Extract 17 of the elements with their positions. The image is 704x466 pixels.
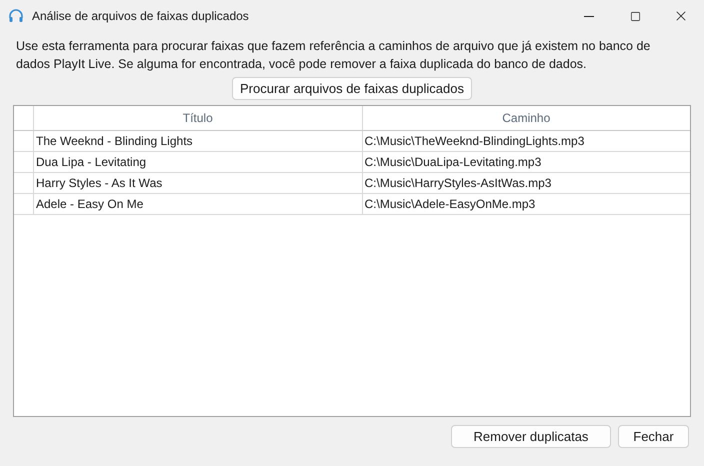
close-dialog-button[interactable]: Fechar bbox=[618, 425, 689, 448]
table-cell: The Weeknd - Blinding Lights bbox=[34, 131, 362, 151]
description-text: Use esta ferramenta para procurar faixas que fazem referência a caminhos de arquivo que já existem no banco de dados PlayIt Live. Se alguma for encontrada, você pode remover a faixa duplicada do banco de dados. bbox=[15, 38, 652, 73]
search-duplicates-button[interactable]: Procurar arquivos de faixas duplicados bbox=[232, 77, 472, 100]
table-cell: Adele - Easy On Me bbox=[34, 194, 362, 214]
headphones-icon bbox=[8, 8, 24, 24]
window-title: Análise de arquivos de faixas duplicados bbox=[32, 8, 249, 25]
table-cell-text: C:\Music\DuaLipa-Levitating.mp3 bbox=[364, 154, 542, 171]
remove-duplicates-button[interactable]: Remover duplicatas bbox=[451, 425, 611, 448]
table-cell-text: C:\Music\TheWeeknd-BlindingLights.mp3 bbox=[364, 133, 586, 150]
column-header[interactable]: Título bbox=[34, 106, 362, 130]
maximize-icon bbox=[630, 10, 640, 22]
column-header[interactable]: Caminho bbox=[362, 106, 690, 130]
table-cell: Dua Lipa - Levitating bbox=[34, 152, 362, 172]
table-cell-text: C:\Music\HarryStyles-AsItWas.mp3 bbox=[364, 175, 552, 192]
table-cell-text: C:\Music\Adele-EasyOnMe.mp3 bbox=[364, 196, 536, 213]
table-cell: Harry Styles - As It Was bbox=[34, 173, 362, 193]
